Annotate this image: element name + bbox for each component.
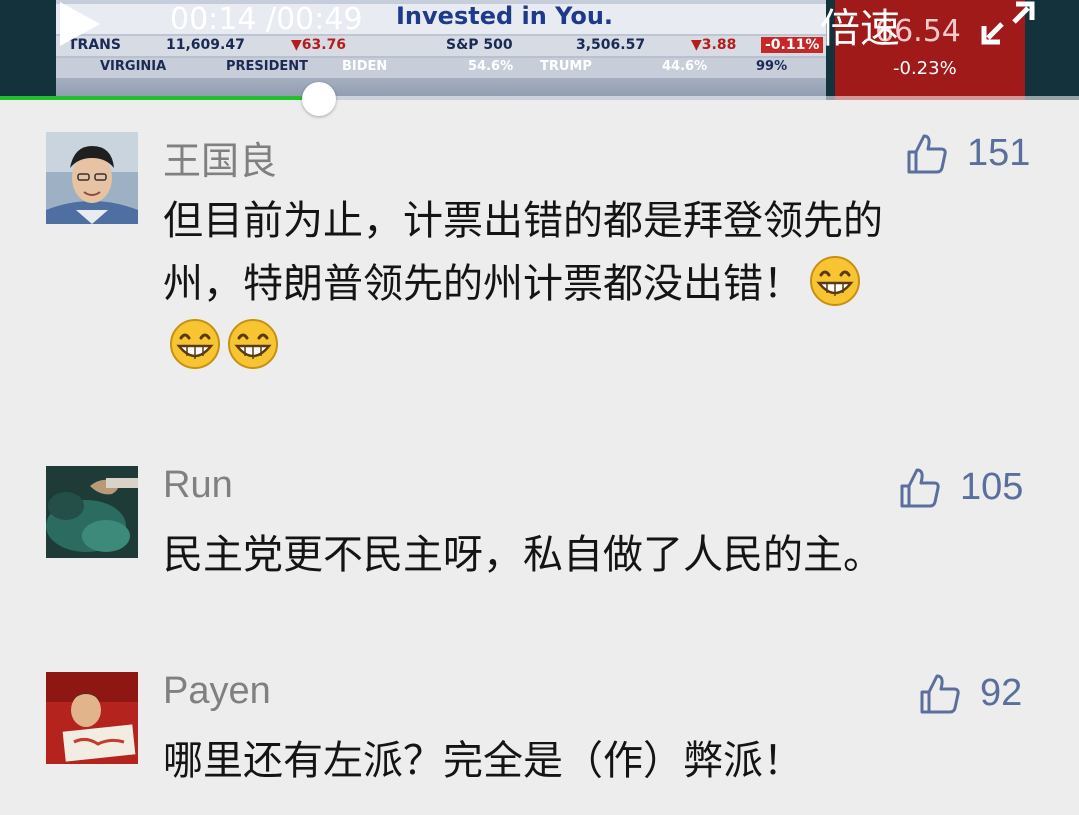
comment-item: Run 105 民主党更不民主呀，私自做了人民的主。 xyxy=(0,462,1079,582)
avatar[interactable] xyxy=(46,672,138,764)
ticker-row-markets: TRANS 11,609.47 ▼63.76 S&P 500 3,506.57 … xyxy=(56,36,826,56)
comment-text: 但目前为止，计票出错的都是拜登领先的 州，特朗普领先的州计票都没出错！ xyxy=(163,190,1033,379)
avatar[interactable] xyxy=(46,466,138,558)
comment-text: 民主党更不民主呀，私自做了人民的主。 xyxy=(163,532,883,578)
like-count: 92 xyxy=(980,672,1023,714)
thumbs-up-icon xyxy=(900,468,940,508)
playback-speed-button[interactable]: 倍速 xyxy=(820,0,900,54)
broadcast-brand-text: Invested in You. xyxy=(396,2,614,30)
thumbs-up-icon xyxy=(920,674,960,714)
grin-emoji-icon xyxy=(803,256,861,307)
playback-time: 00:14 /00:49 xyxy=(170,2,363,37)
video-player[interactable]: Invested in You. TRANS 11,609.47 ▼63.76 … xyxy=(0,0,1079,100)
like-count: 151 xyxy=(967,132,1031,174)
comment-author[interactable]: Payen xyxy=(163,670,271,713)
thumbs-up-icon xyxy=(907,134,947,174)
comment-item: Payen 92 哪里还有左派？完全是（作）弊派！ xyxy=(0,668,1079,808)
like-count: 105 xyxy=(960,466,1024,508)
grin-emoji-icon xyxy=(221,319,279,370)
ticker-row-election: VIRGINIA PRESIDENT BIDEN 54.6% TRUMP 44.… xyxy=(56,58,826,78)
comment-author[interactable]: 王国良 xyxy=(163,130,277,185)
fullscreen-icon[interactable] xyxy=(978,0,1038,48)
comment-author[interactable]: Run xyxy=(163,464,233,507)
comment-screen: Invested in You. TRANS 11,609.47 ▼63.76 … xyxy=(0,0,1079,815)
grin-emoji-icon xyxy=(163,319,221,370)
play-icon[interactable] xyxy=(60,2,100,46)
avatar[interactable] xyxy=(46,132,138,224)
progress-scrubber[interactable] xyxy=(302,82,337,116)
comment-text: 哪里还有左派？完全是（作）弊派！ xyxy=(163,738,803,784)
comment-item: 王国良 151 但目前为止，计票出错的都是拜登领先的 州，特朗普领先的州计票都没… xyxy=(0,128,1079,398)
progress-fill xyxy=(0,96,320,100)
